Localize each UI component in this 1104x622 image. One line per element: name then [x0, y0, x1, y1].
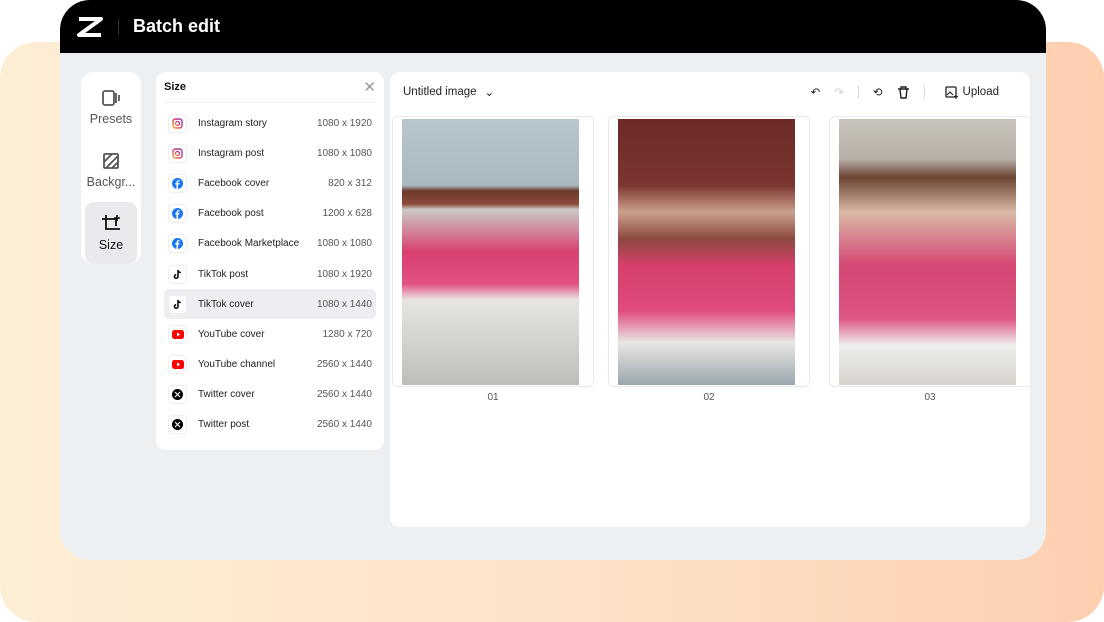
presets-icon	[102, 90, 120, 106]
redo-icon[interactable]: ↷	[834, 85, 844, 99]
size-panel: Size ✕ Instagram story 1080 x 1920 Instagra…	[156, 72, 384, 450]
size-option-name: TikTok cover	[198, 298, 254, 310]
size-option-dimensions: 1080 x 1920	[316, 117, 372, 129]
upload-image-icon	[944, 85, 958, 99]
instagram-icon	[168, 113, 187, 133]
instagram-icon	[168, 143, 187, 163]
size-option-name: YouTube channel	[198, 359, 276, 371]
divider	[118, 18, 119, 35]
toolbar: Untitled image ⌄ ↶ ↷ ⟲ Upload	[390, 72, 1030, 112]
divider	[857, 85, 859, 99]
size-option-dimensions: 2560 x 1440	[316, 359, 372, 371]
size-option[interactable]: YouTube cover 1280 x 720	[164, 319, 376, 349]
rail-label: Presets	[89, 112, 133, 126]
size-option-name: Facebook post	[198, 208, 264, 220]
rail-label: Size	[98, 238, 124, 252]
rail-item-size[interactable]: Size	[85, 202, 137, 264]
rail-label: Backgr...	[86, 175, 136, 189]
size-option-name: Facebook cover	[198, 177, 270, 189]
image-card[interactable]	[829, 116, 1033, 387]
size-option[interactable]: Facebook cover 820 x 312	[164, 168, 376, 198]
size-option-dimensions: 1200 x 628	[322, 208, 373, 220]
size-option[interactable]: Facebook Marketplace 1080 x 1080	[164, 229, 376, 259]
photo	[839, 119, 1016, 385]
page-title: Batch edit	[133, 16, 221, 36]
size-option[interactable]: YouTube channel 2560 x 1440	[164, 350, 376, 380]
file-name-dropdown[interactable]: Untitled image ⌄	[403, 85, 494, 99]
size-option-dimensions: 2560 x 1440	[316, 419, 372, 431]
facebook-icon	[168, 173, 187, 193]
photo	[618, 119, 795, 385]
size-option-dimensions: 1080 x 1080	[316, 147, 372, 159]
app-window: Batch edit Presets Backgr... Size Size ✕ …	[60, 0, 1046, 560]
upload-button[interactable]: Upload	[944, 85, 999, 99]
image-card[interactable]	[392, 116, 594, 387]
size-option[interactable]: TikTok cover 1080 x 1440	[164, 289, 376, 320]
tiktok-icon	[168, 294, 187, 314]
size-option-name: Instagram story	[198, 117, 267, 129]
size-option-dimensions: 2560 x 1440	[316, 389, 372, 401]
replace-icon[interactable]: ⟲	[873, 85, 883, 99]
size-option-dimensions: 1080 x 1080	[316, 238, 372, 250]
tool-rail: Presets Backgr... Size	[81, 72, 141, 264]
size-option-name: Instagram post	[198, 147, 265, 159]
photo	[402, 119, 579, 385]
size-option-name: Twitter post	[198, 419, 250, 431]
image-card[interactable]	[608, 116, 810, 387]
size-option[interactable]: Facebook post 1200 x 628	[164, 199, 376, 229]
size-option-name: Facebook Marketplace	[198, 238, 300, 250]
facebook-icon	[168, 204, 187, 224]
size-option[interactable]: TikTok post 1080 x 1920	[164, 259, 376, 289]
canvas-area: Untitled image ⌄ ↶ ↷ ⟲ Upload 01 02 03	[390, 72, 1033, 527]
size-option-dimensions: 1080 x 1440	[316, 298, 372, 310]
size-option[interactable]: Instagram story 1080 x 1920	[164, 108, 376, 138]
size-option-dimensions: 1280 x 720	[322, 328, 373, 340]
size-option[interactable]: Twitter cover 2560 x 1440	[164, 380, 376, 410]
x-icon	[168, 385, 187, 405]
tiktok-icon	[168, 264, 187, 284]
image-label: 02	[703, 392, 715, 403]
youtube-icon	[168, 324, 187, 344]
upload-label: Upload	[962, 86, 999, 98]
chevron-down-icon: ⌄	[484, 87, 495, 99]
size-option-name: TikTok post	[198, 268, 249, 280]
trash-icon[interactable]	[897, 85, 910, 99]
divider	[923, 85, 925, 99]
image-label: 01	[487, 392, 499, 403]
header: Batch edit	[60, 0, 1046, 53]
x-icon	[168, 415, 187, 435]
capcut-logo-icon	[77, 16, 103, 37]
image-label: 03	[924, 392, 936, 403]
size-option[interactable]: Instagram post 1080 x 1080	[164, 138, 376, 168]
rail-item-background[interactable]: Backgr...	[85, 139, 137, 201]
rail-item-presets[interactable]: Presets	[85, 76, 137, 138]
size-option-dimensions: 820 x 312	[328, 177, 372, 189]
size-list: Instagram story 1080 x 1920 Instagram post…	[164, 108, 376, 440]
size-option-name: Twitter cover	[198, 389, 255, 401]
facebook-icon	[168, 234, 187, 254]
size-panel-title: Size	[164, 81, 187, 93]
youtube-icon	[168, 355, 187, 375]
size-option-dimensions: 1080 x 1920	[316, 268, 372, 280]
size-option[interactable]: Twitter post 2560 x 1440	[164, 410, 376, 440]
crop-icon	[102, 215, 120, 230]
close-icon[interactable]: ✕	[363, 78, 376, 96]
background-icon	[103, 153, 119, 169]
size-option-name: YouTube cover	[198, 328, 265, 340]
undo-icon[interactable]: ↶	[811, 85, 821, 99]
file-name: Untitled image	[403, 86, 477, 98]
